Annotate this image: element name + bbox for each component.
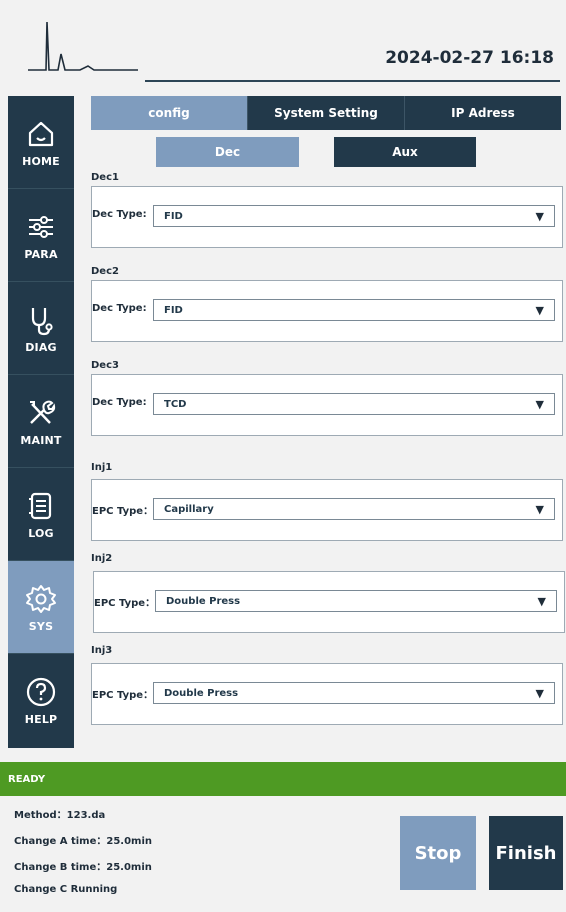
group-dec1: Dec Type: FID ▼ (91, 186, 563, 248)
group-title-dec1: Dec1 (91, 172, 119, 183)
group-dec3: Dec Type: TCD ▼ (91, 374, 563, 436)
group-title-dec2: Dec2 (91, 266, 119, 277)
dropdown-arrow-icon: ▼ (537, 595, 546, 608)
sidebar-item-sys[interactable]: SYS (8, 561, 74, 654)
group-dec2: Dec Type: FID ▼ (91, 280, 563, 342)
epc-type-label: EPC Type： (94, 598, 156, 609)
finish-button[interactable]: Finish (489, 816, 563, 890)
sidebar-item-para[interactable]: PARA (8, 189, 74, 282)
sidebar-item-label: LOG (28, 526, 54, 540)
group-title-inj3: Inj3 (91, 645, 113, 656)
datetime: 2024-02-27 16:18 (385, 48, 554, 68)
change-a-info: Change A time：25.0min (14, 836, 153, 847)
sidebar-item-maint[interactable]: MAINT (8, 375, 74, 468)
dec-type-label: Dec Type: (92, 303, 147, 314)
epc-type-select[interactable]: Capillary ▼ (153, 498, 555, 520)
sidebar-item-label: SYS (28, 619, 54, 633)
dec-type-select[interactable]: TCD ▼ (153, 393, 555, 415)
dec-type-select[interactable]: FID ▼ (153, 205, 555, 227)
status-bar: READY (0, 762, 566, 796)
sidebar-item-label: DIAG (25, 340, 57, 354)
dropdown-arrow-icon: ▼ (535, 398, 544, 411)
dropdown-arrow-icon: ▼ (535, 687, 544, 700)
sidebar-item-home[interactable]: HOME (8, 96, 74, 189)
subtab-dec[interactable]: Dec (156, 137, 299, 167)
select-value: FID (164, 304, 183, 316)
stop-button[interactable]: Stop (400, 816, 476, 890)
help-icon (26, 677, 56, 707)
epc-type-select[interactable]: Double Press ▼ (155, 590, 557, 612)
change-c-info: Change C Running (14, 884, 118, 895)
tools-icon (30, 400, 56, 424)
sidebar-item-diag[interactable]: DIAG (8, 282, 74, 375)
dropdown-arrow-icon: ▼ (535, 304, 544, 317)
group-title-inj2: Inj2 (91, 553, 113, 564)
dec-type-label: Dec Type: (92, 397, 147, 408)
group-title-inj1: Inj1 (91, 462, 113, 473)
select-value: Double Press (164, 687, 239, 699)
header: 2024-02-27 16:18 (0, 0, 566, 90)
sidebar: HOME PARA DIAG MAINT LOG SYS HELP (8, 96, 74, 748)
sidebar-item-label: PARA (24, 247, 58, 261)
epc-type-label: EPC Type： (92, 506, 154, 517)
group-inj1: EPC Type： Capillary ▼ (91, 479, 563, 541)
method-info: Method：123.da (14, 810, 106, 821)
dropdown-arrow-icon: ▼ (535, 210, 544, 223)
sidebar-item-label: HOME (22, 154, 60, 168)
log-icon (29, 492, 52, 519)
sidebar-item-label: MAINT (20, 433, 62, 447)
stethoscope-icon (31, 307, 53, 335)
chromatogram-logo-icon (28, 21, 138, 71)
select-value: FID (164, 210, 183, 222)
status-text: READY (8, 773, 46, 785)
tab-config[interactable]: config (91, 96, 248, 130)
epc-type-select[interactable]: Double Press ▼ (153, 682, 555, 704)
tab-ip-address[interactable]: IP Adress (405, 96, 561, 130)
gear-icon (26, 584, 56, 613)
home-icon (28, 121, 54, 146)
tab-system-setting[interactable]: System Setting (248, 96, 405, 130)
dropdown-arrow-icon: ▼ (535, 503, 544, 516)
group-inj2: EPC Type： Double Press ▼ (93, 571, 565, 633)
header-divider (145, 80, 560, 82)
sidebar-item-log[interactable]: LOG (8, 468, 74, 561)
dec-type-label: Dec Type: (92, 209, 147, 220)
sidebar-item-label: HELP (24, 713, 58, 726)
select-value: TCD (164, 398, 187, 410)
group-inj3: EPC Type： Double Press ▼ (91, 663, 563, 725)
subtab-aux[interactable]: Aux (334, 137, 476, 167)
epc-type-label: EPC Type： (92, 690, 154, 701)
dec-type-select[interactable]: FID ▼ (153, 299, 555, 321)
select-value: Double Press (166, 595, 241, 607)
main-tabs: config System Setting IP Adress (91, 96, 561, 130)
change-b-info: Change B time：25.0min (14, 862, 152, 873)
sidebar-item-help[interactable]: HELP (8, 654, 74, 747)
sliders-icon (29, 215, 53, 238)
select-value: Capillary (164, 503, 214, 515)
group-title-dec3: Dec3 (91, 360, 119, 371)
